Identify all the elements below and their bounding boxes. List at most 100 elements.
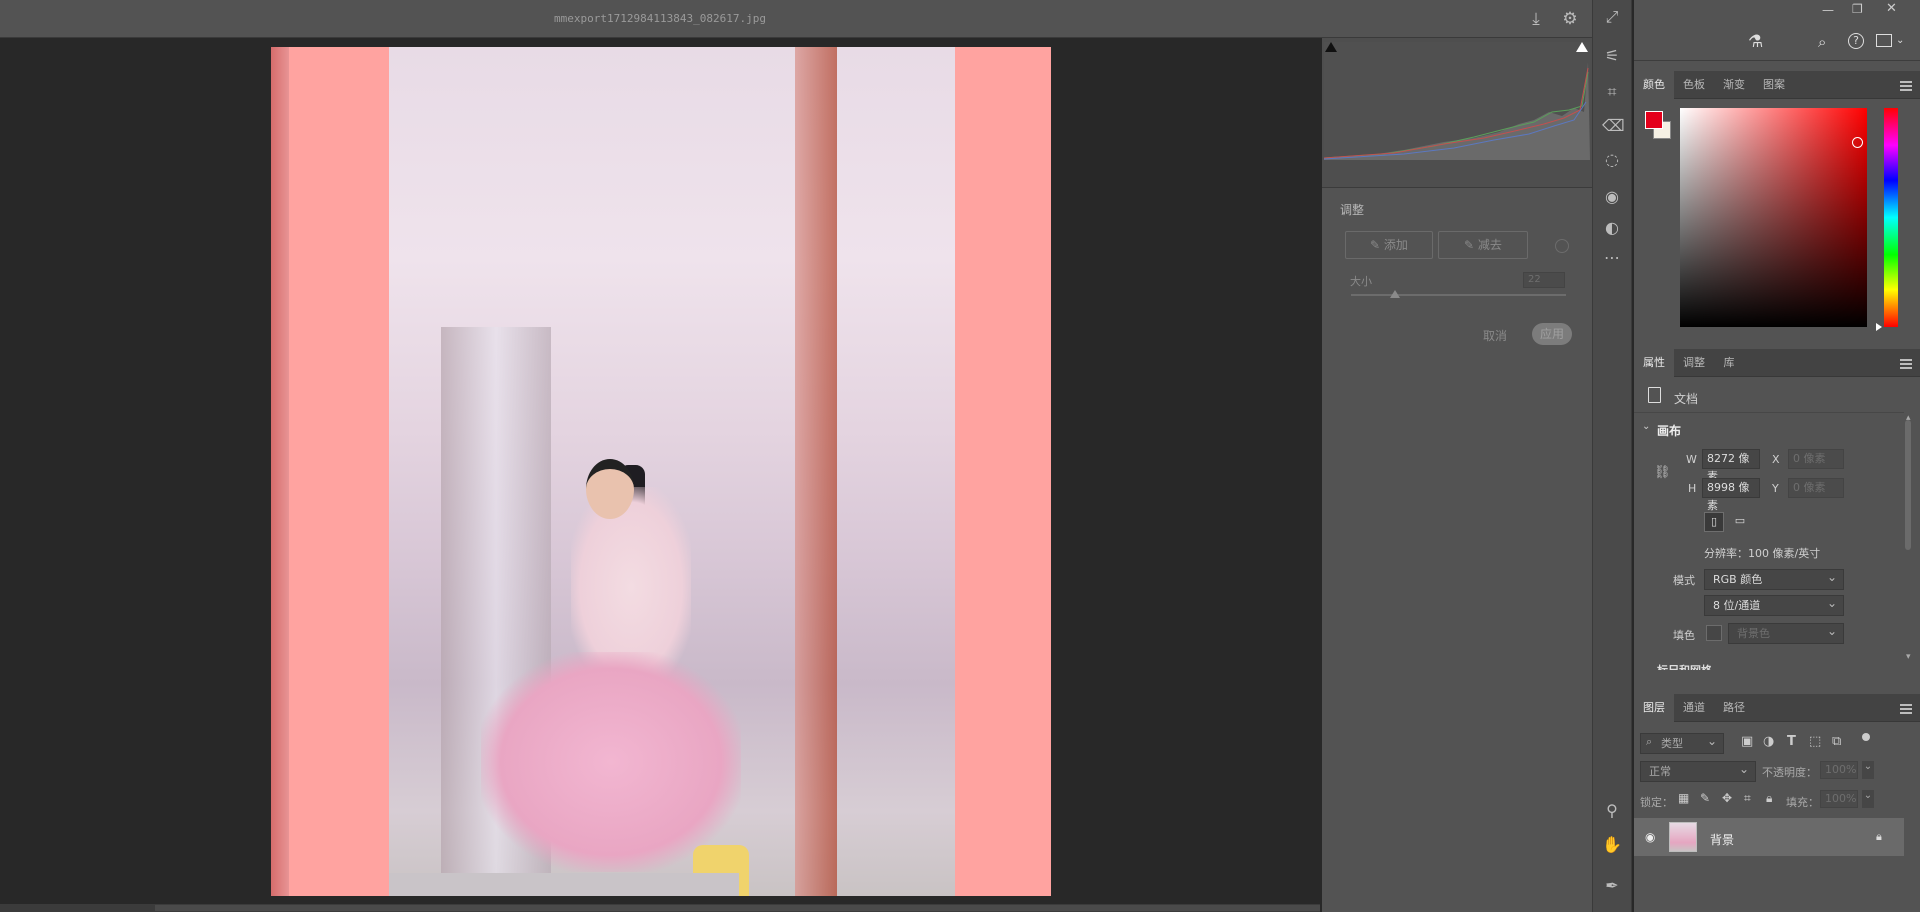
size-slider[interactable] — [1351, 294, 1566, 296]
highlight-clip-icon[interactable] — [1576, 42, 1588, 52]
tab-swatches[interactable]: 色板 — [1674, 71, 1714, 99]
adjust-title: 调整 — [1340, 203, 1365, 217]
tab-layers[interactable]: 图层 — [1634, 694, 1674, 722]
lock-position-icon[interactable]: ✥ — [1722, 791, 1732, 805]
close-icon[interactable]: ✕ — [1886, 1, 1897, 16]
download-icon[interactable]: ⤓ — [1526, 9, 1546, 29]
bit-depth-select[interactable]: 8 位/通道 — [1704, 594, 1844, 616]
eye-icon[interactable]: ◉ — [1602, 187, 1622, 207]
filter-type-icon[interactable]: T — [1787, 734, 1796, 749]
tab-gradients[interactable]: 渐变 — [1714, 71, 1754, 99]
color-saturation-field[interactable] — [1680, 108, 1867, 327]
apply-button[interactable]: 应用 — [1532, 323, 1572, 345]
size-slider-thumb[interactable] — [1390, 290, 1400, 298]
height-input[interactable]: 8998 像素 — [1702, 478, 1760, 512]
restore-icon[interactable]: ❐ — [1852, 2, 1863, 16]
chevron-down-icon[interactable]: ⌄ — [1642, 421, 1650, 432]
add-button[interactable]: ✎ 添加 — [1345, 231, 1433, 259]
y-label: Y — [1772, 482, 1779, 495]
gear-icon[interactable]: ⚙ — [1560, 9, 1580, 29]
photo-edge-left — [271, 47, 289, 896]
landscape-orientation-icon[interactable]: ▭ — [1730, 512, 1750, 532]
more-icon[interactable]: ⋯ — [1602, 248, 1622, 268]
height-label: H — [1688, 482, 1697, 495]
filter-toggle-icon[interactable] — [1862, 733, 1870, 741]
hand-icon[interactable]: ✋ — [1602, 835, 1622, 855]
fill-select[interactable]: 背景色 — [1728, 622, 1844, 644]
eyedropper-icon[interactable]: ✒ — [1602, 876, 1622, 896]
tab-channels[interactable]: 通道 — [1674, 694, 1714, 722]
workspace-dropdown-icon[interactable]: ⌄ — [1896, 35, 1904, 46]
shadow-clip-icon[interactable] — [1325, 42, 1337, 52]
color-panel-menu-icon[interactable] — [1900, 81, 1912, 91]
search-icon: ⌕ — [1646, 735, 1653, 748]
mode-select[interactable]: RGB 颜色 — [1704, 568, 1844, 590]
lock-icon: 🔒︎ — [1876, 830, 1882, 843]
crop-icon[interactable]: ⌗ — [1602, 82, 1622, 102]
blend-mode-select[interactable]: 正常 — [1640, 760, 1756, 782]
fill-color-swatch[interactable] — [1706, 625, 1722, 641]
mode-toggle-icon[interactable] — [1555, 239, 1569, 253]
y-input[interactable]: 0 像素 — [1788, 478, 1844, 498]
portrait-orientation-icon[interactable]: ▯ — [1704, 512, 1724, 532]
resolution-text: 分辨率：100 像素/英寸 — [1704, 547, 1821, 560]
layer-name[interactable]: 背景 — [1710, 831, 1734, 848]
cancel-button[interactable]: 取消 — [1483, 327, 1507, 344]
brush-subtract-icon: ✎ — [1464, 238, 1478, 252]
filter-shape-icon[interactable]: ⬚ — [1809, 734, 1821, 749]
tab-properties[interactable]: 属性 — [1634, 349, 1674, 377]
hue-slider[interactable] — [1884, 108, 1898, 327]
photo-edge-right — [795, 47, 837, 896]
mask-icon[interactable]: ◐ — [1602, 218, 1622, 238]
filter-smart-object-icon[interactable]: ⧉ — [1832, 734, 1841, 749]
eraser-icon[interactable]: ⌫ — [1602, 116, 1625, 136]
horizontal-scrollbar-thumb[interactable] — [155, 905, 1320, 911]
dotted-circle-icon[interactable]: ◌ — [1602, 150, 1622, 170]
width-input[interactable]: 8272 像素 — [1702, 449, 1760, 483]
foreground-color-swatch[interactable] — [1645, 111, 1663, 129]
minimize-icon[interactable]: — — [1822, 3, 1834, 17]
lock-transparent-icon[interactable]: ▦ — [1678, 791, 1689, 805]
tab-adjustments[interactable]: 调整 — [1674, 349, 1714, 377]
hue-slider-marker[interactable] — [1876, 323, 1882, 331]
properties-panel-menu-icon[interactable] — [1900, 359, 1912, 369]
layer-thumbnail[interactable] — [1669, 822, 1697, 852]
tab-color[interactable]: 颜色 — [1634, 71, 1674, 99]
document-canvas[interactable] — [271, 47, 1051, 896]
canvas-section-title[interactable]: 画布 — [1657, 422, 1681, 439]
fill-dropdown-icon[interactable]: ⌄ — [1862, 790, 1874, 808]
color-picker-marker[interactable] — [1852, 137, 1863, 148]
width-label: W — [1686, 453, 1697, 466]
lock-image-icon[interactable]: ✎ — [1700, 791, 1710, 805]
divider — [1634, 412, 1904, 413]
lock-artboard-icon[interactable]: ⌗ — [1744, 791, 1751, 806]
eye-icon[interactable]: ◉ — [1645, 830, 1655, 844]
link-dimensions-icon[interactable]: ⛓ — [1654, 465, 1671, 480]
search-icon[interactable]: ⌕ — [1818, 33, 1826, 51]
tab-paths[interactable]: 路径 — [1714, 694, 1754, 722]
properties-scrollbar[interactable] — [1905, 420, 1911, 550]
sliders-icon[interactable]: ⚟ — [1602, 46, 1622, 66]
scroll-down-icon[interactable]: ▾ — [1906, 652, 1911, 662]
opacity-input[interactable]: 100% — [1820, 761, 1858, 779]
x-input[interactable]: 0 像素 — [1788, 449, 1844, 469]
layers-panel-menu-icon[interactable] — [1900, 704, 1912, 714]
workspace-icon[interactable] — [1876, 34, 1892, 47]
tab-libraries[interactable]: 库 — [1714, 349, 1744, 377]
zoom-icon[interactable]: ⚲ — [1602, 801, 1622, 821]
flask-icon[interactable]: ⚗ — [1748, 32, 1763, 52]
layer-filter-select[interactable]: 类型 — [1640, 732, 1724, 754]
help-icon[interactable]: ? — [1848, 33, 1864, 49]
filter-pixel-icon[interactable]: ▣ — [1741, 734, 1753, 749]
rulers-grids-section-title[interactable]: 标尺和网格 — [1657, 662, 1712, 670]
expand-icon[interactable]: ⤢ — [1602, 7, 1622, 27]
scroll-up-icon[interactable]: ▴ — [1906, 413, 1911, 423]
size-input[interactable]: 22 — [1523, 272, 1565, 288]
filter-adjustment-icon[interactable]: ◑ — [1763, 734, 1774, 749]
lock-all-icon[interactable]: 🔒︎ — [1766, 791, 1772, 806]
subtract-button[interactable]: ✎ 减去 — [1438, 231, 1528, 259]
tab-patterns[interactable]: 图案 — [1754, 71, 1794, 99]
fill-label: 填色 — [1673, 629, 1695, 642]
opacity-dropdown-icon[interactable]: ⌄ — [1862, 761, 1874, 779]
fill-opacity-input[interactable]: 100% — [1820, 790, 1858, 808]
